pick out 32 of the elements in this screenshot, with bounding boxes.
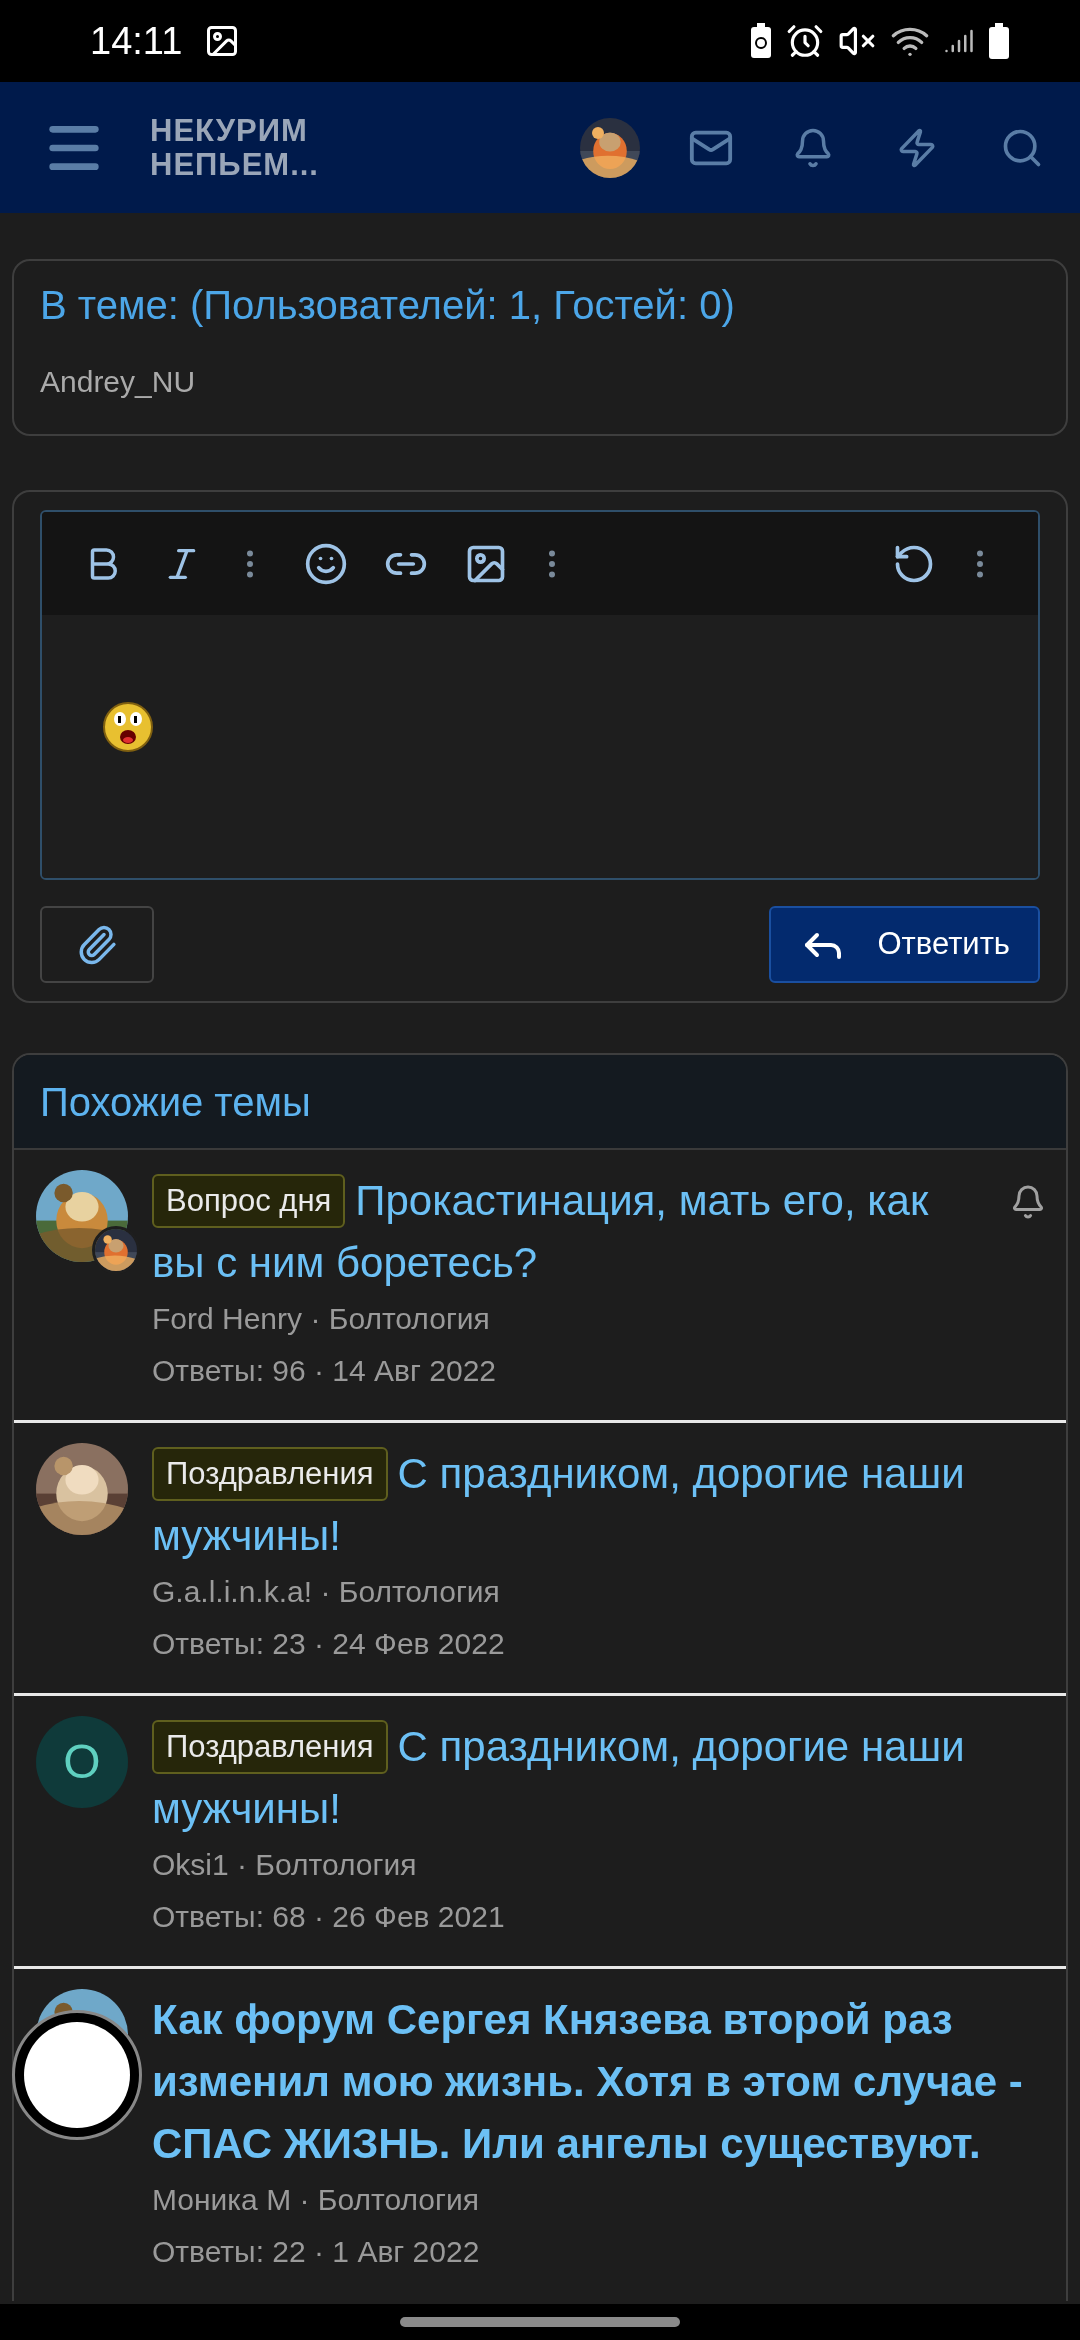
thread-meta: Oksi1 · Болтология bbox=[152, 1847, 418, 1883]
thread-meta: G.a.l.i.n.k.a! · Болтология bbox=[152, 1574, 501, 1610]
thread-stats: Ответы: 22 · 1 Авг 2022 bbox=[152, 2234, 481, 2270]
thread-stats: Ответы: 68 · 26 Фев 2021 bbox=[152, 1899, 506, 1935]
thread-title-link[interactable]: Вопрос дня Прокастинация, мать его, как вы с ним боретесь? bbox=[152, 1170, 962, 1294]
thread-title-link[interactable]: Поздравления С праздником, дорогие наши мужчины! bbox=[152, 1716, 1046, 1840]
editor-field[interactable] bbox=[40, 510, 1040, 880]
thread-title-link[interactable]: Как форум Сергея Князева второй раз изменил мою жизнь. Хотя в этом случае - СПАС ЖИЗНЬ. Или ангелы существуют. bbox=[152, 1989, 1046, 2175]
prefix-tag[interactable]: Вопрос дня bbox=[152, 1174, 346, 1228]
alarm-icon bbox=[786, 22, 824, 60]
thread-stats: Ответы: 96 · 14 Авг 2022 bbox=[152, 1353, 498, 1389]
home-handle[interactable] bbox=[400, 2317, 680, 2327]
thread-meta: Ford Henry · Болтология bbox=[152, 1301, 491, 1337]
thread-stats: Ответы: 23 · 24 Фев 2022 bbox=[152, 1626, 506, 1662]
prefix-tag[interactable]: Поздравления bbox=[152, 1720, 388, 1774]
user-link[interactable]: Andrey_NU bbox=[40, 359, 196, 404]
section-title: Похожие темы bbox=[40, 1078, 311, 1126]
battery-icon bbox=[988, 22, 1010, 60]
thread-meta: Моника М · Болтология bbox=[152, 2182, 480, 2218]
user-avatar[interactable]: O bbox=[36, 1716, 128, 1808]
attach-button[interactable] bbox=[40, 906, 154, 983]
watch-bell-icon[interactable] bbox=[1010, 1184, 1046, 1220]
site-logo[interactable]: НЕКУРИМ НЕПЬЕМ... bbox=[150, 113, 319, 182]
prefix-tag[interactable]: Поздравления bbox=[152, 1447, 388, 1501]
online-title: В теме: (Пользователей: 1, Гостей: 0) bbox=[40, 282, 736, 329]
reply-button[interactable]: Ответить bbox=[769, 906, 1040, 983]
logo-text: НЕПЬЕМ... bbox=[150, 147, 319, 182]
battery-recycle-icon bbox=[750, 23, 772, 59]
status-time: 14:11 bbox=[90, 18, 183, 64]
thread-title-link[interactable]: Поздравления С праздником, дорогие наши мужчины! bbox=[152, 1443, 1046, 1567]
emoji-icon[interactable] bbox=[304, 541, 348, 586]
logo-text: НЕКУРИМ bbox=[150, 113, 309, 148]
